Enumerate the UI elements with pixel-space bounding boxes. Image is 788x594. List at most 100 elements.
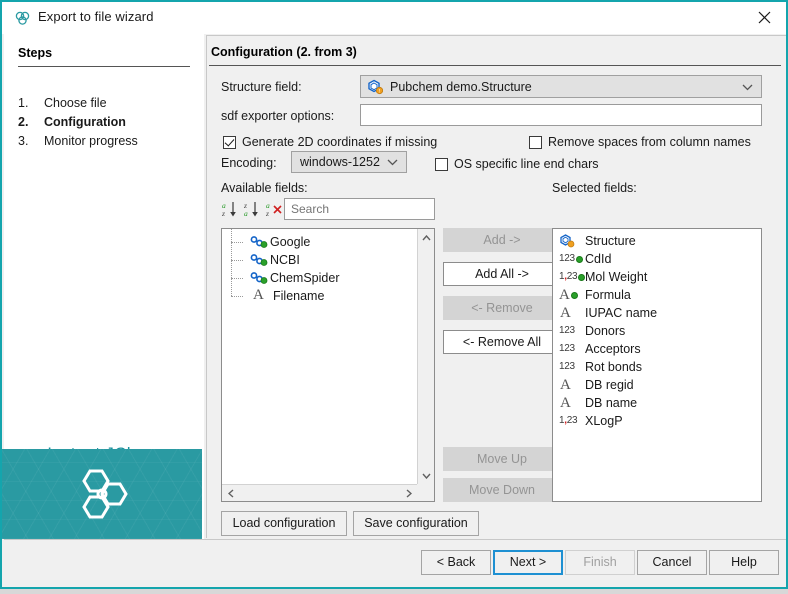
step-number: 1.	[18, 96, 44, 110]
list-item-label: Structure	[585, 234, 636, 248]
selected-fields-label: Selected fields:	[552, 181, 637, 195]
checkbox-label: Remove spaces from column names	[548, 135, 751, 149]
checkbox-box	[529, 136, 542, 149]
list-item[interactable]: NCBI	[222, 251, 416, 269]
list-item-label: DB regid	[585, 378, 634, 392]
svg-text:z: z	[265, 209, 269, 218]
step-item-3: 3.Monitor progress	[18, 134, 138, 148]
list-item-label: IUPAC name	[585, 306, 657, 320]
list-item-label: NCBI	[270, 253, 300, 267]
horizontal-scrollbar[interactable]	[222, 484, 417, 501]
integer-field-icon: 123	[559, 323, 585, 339]
chevron-down-icon	[387, 153, 398, 171]
sort-clear-icon[interactable]: a z	[265, 200, 284, 218]
search-input[interactable]	[284, 198, 435, 220]
finish-button[interactable]: Finish	[565, 550, 635, 575]
list-item[interactable]: Google	[222, 233, 416, 251]
sdf-options-input[interactable]	[360, 104, 762, 126]
structure-field-select[interactable]: ! Pubchem demo.Structure	[360, 75, 762, 98]
chevron-left-icon[interactable]	[222, 485, 239, 502]
encoding-select[interactable]: windows-1252	[291, 151, 407, 173]
list-item-label: Acceptors	[585, 342, 641, 356]
list-item[interactable]: A Filename	[222, 287, 416, 305]
step-label: Choose file	[44, 96, 107, 110]
add-all-button[interactable]: Add All ->	[443, 262, 561, 286]
add-button[interactable]: Add ->	[443, 228, 561, 252]
scrollbar-corner	[417, 484, 434, 501]
list-item[interactable]: 123 CdId	[553, 250, 761, 268]
list-item[interactable]: 123 Rot bonds	[553, 358, 761, 376]
checkbox-os-line-ends[interactable]: OS specific line end chars	[435, 157, 599, 171]
window-title: Export to file wizard	[38, 9, 154, 24]
list-item[interactable]: 123 Acceptors	[553, 340, 761, 358]
svg-text:z: z	[221, 209, 225, 218]
checkbox-remove-spaces[interactable]: Remove spaces from column names	[529, 135, 751, 149]
list-item-label: Donors	[585, 324, 625, 338]
list-item[interactable]: 1,23 XLogP	[553, 412, 761, 430]
sort-ascending-icon[interactable]: a z	[221, 200, 240, 218]
list-item[interactable]: ChemSpider	[222, 269, 416, 287]
remove-all-button[interactable]: <- Remove All	[443, 330, 561, 354]
help-button[interactable]: Help	[709, 550, 779, 575]
text-field-icon: A	[559, 305, 585, 321]
list-item[interactable]: A IUPAC name	[553, 304, 761, 322]
back-button[interactable]: < Back	[421, 550, 491, 575]
list-item-label: Filename	[273, 289, 324, 303]
cancel-button[interactable]: Cancel	[637, 550, 707, 575]
brand-panel	[2, 449, 202, 539]
structure-field-value: Pubchem demo.Structure	[390, 80, 532, 94]
checkbox-label: Generate 2D coordinates if missing	[242, 135, 437, 149]
text-field-icon: A	[559, 377, 585, 393]
list-item-label: ChemSpider	[270, 271, 339, 285]
sdf-options-label: sdf exporter options:	[221, 109, 334, 123]
decimal-field-icon: 1,23	[559, 413, 585, 429]
title-bar: Export to file wizard	[2, 2, 786, 34]
svg-text:a: a	[244, 209, 248, 218]
list-item[interactable]: A DB name	[553, 394, 761, 412]
move-up-button[interactable]: Move Up	[443, 447, 561, 471]
step-label: Configuration	[44, 115, 126, 129]
tree-connector	[230, 251, 250, 269]
config-divider	[209, 65, 781, 66]
remove-button[interactable]: <- Remove	[443, 296, 561, 320]
chevron-right-icon[interactable]	[400, 485, 417, 502]
structure-field-icon	[559, 233, 585, 249]
page-title: Configuration (2. from 3)	[211, 45, 357, 59]
close-icon[interactable]	[742, 2, 786, 32]
step-item-2: 2.Configuration	[18, 115, 126, 129]
available-fields-toolbar: a z z a a z	[221, 198, 435, 220]
list-item[interactable]: 123 Donors	[553, 322, 761, 340]
vertical-scrollbar[interactable]	[417, 229, 434, 484]
integer-field-icon: 123	[559, 251, 585, 267]
list-item[interactable]: A Formula	[553, 286, 761, 304]
list-item-label: DB name	[585, 396, 637, 410]
link-field-icon	[250, 234, 268, 250]
list-item[interactable]: Structure	[553, 232, 761, 250]
tree-connector	[230, 269, 250, 287]
integer-field-icon: 123	[559, 359, 585, 375]
sort-descending-icon[interactable]: z a	[243, 200, 262, 218]
checkbox-generate-2d[interactable]: Generate 2D coordinates if missing	[223, 135, 437, 149]
next-button[interactable]: Next >	[493, 550, 563, 575]
svg-text:!: !	[379, 89, 380, 95]
list-item[interactable]: A DB regid	[553, 376, 761, 394]
selected-fields-list[interactable]: Structure 123 CdId 1,23 Mol Weight A For…	[552, 228, 762, 502]
list-item-label: Rot bonds	[585, 360, 642, 374]
chevron-down-icon[interactable]	[418, 467, 435, 484]
move-down-button[interactable]: Move Down	[443, 478, 561, 502]
step-number: 3.	[18, 134, 44, 148]
link-field-icon	[250, 252, 268, 268]
load-configuration-button[interactable]: Load configuration	[221, 511, 347, 536]
chevron-up-icon[interactable]	[418, 229, 435, 246]
available-fields-list[interactable]: Google NCBI	[221, 228, 435, 502]
save-configuration-button[interactable]: Save configuration	[353, 511, 479, 536]
export-wizard-window: Export to file wizard Steps 1.Choose fil…	[0, 0, 788, 589]
integer-field-icon: 123	[559, 341, 585, 357]
text-field-icon: A	[250, 288, 268, 304]
step-item-1: 1.Choose file	[18, 96, 107, 110]
list-item[interactable]: 1,23 Mol Weight	[553, 268, 761, 286]
list-item-label: Google	[270, 235, 310, 249]
structure-field-icon: !	[367, 79, 383, 95]
text-field-icon: A	[559, 395, 585, 411]
text-field-icon: A	[559, 287, 585, 303]
